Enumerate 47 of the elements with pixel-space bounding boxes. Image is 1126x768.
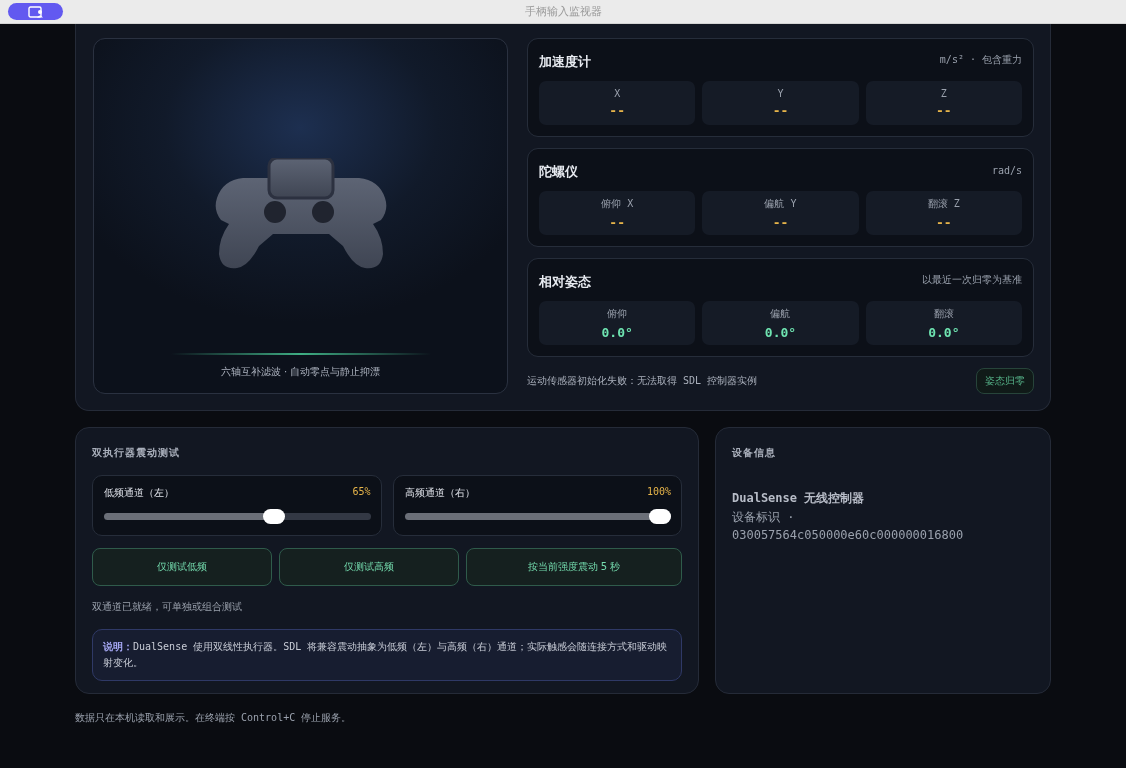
window-title: 手柄输入监视器 xyxy=(523,4,603,19)
test-button[interactable]: 仅测试低频 xyxy=(92,548,272,586)
window-user-icon xyxy=(27,5,44,18)
device-id: 030057564c050000e60c000000016800 xyxy=(732,528,965,542)
axis-value: -- xyxy=(772,103,789,118)
sensor-unit: rad/s xyxy=(991,164,1022,176)
axis-value: 0.0° xyxy=(928,324,960,340)
sensor-title: 相对姿态 xyxy=(539,273,591,291)
panel-title: 设备信息 xyxy=(732,446,777,460)
axis-value: -- xyxy=(936,103,952,118)
axis-label: 俯仰 xyxy=(607,306,628,321)
axis-label: Z xyxy=(940,88,947,99)
axis-value: -- xyxy=(609,103,625,118)
sensor-unit: 以最近一次归零为基准 xyxy=(922,273,1022,287)
axis-label: 偏航 Y xyxy=(764,196,797,211)
channel-reading: 65% xyxy=(352,486,371,499)
sensor-unit: m/s² · 包含重力 xyxy=(939,53,1022,67)
axis-label: Y xyxy=(777,88,784,99)
sensor-status: 运动传感器初始化失败：无法取得 SDL 控制器实例 xyxy=(527,374,758,388)
device-id-label: 设备标识 · xyxy=(732,509,796,526)
filter-caption: 六轴互补滤波 · 自动零点与静止抑漂 xyxy=(220,365,381,379)
slider-thumb[interactable] xyxy=(649,509,671,524)
sensor-title: 加速度计 xyxy=(539,53,591,71)
rumble-status: 双通道已就绪，可单独或组合测试 xyxy=(92,600,243,614)
axis-value: -- xyxy=(772,214,789,230)
slider-thumb[interactable] xyxy=(262,509,285,524)
channel-name: 高频通道（右） xyxy=(404,486,475,500)
channel-name: 低频通道（左） xyxy=(104,486,174,500)
axis-value: 0.0° xyxy=(601,324,633,340)
axis-label: 翻滚 xyxy=(933,306,954,321)
reset-attitude-button[interactable]: 姿态归零 xyxy=(976,368,1034,394)
panel-title: 双执行器震动测试 xyxy=(92,446,181,460)
footer-note: 数据只在本机读取和展示。在终端按 Control+C 停止服务。 xyxy=(75,711,353,725)
axis-value: 0.0° xyxy=(764,324,797,340)
axis-label: X xyxy=(614,88,621,99)
device-name: DualSense 无线控制器 xyxy=(732,490,866,507)
note-text: 说明：DualSense 使用双线性执行器。SDL 将兼容震动抽象为低频（左）与高频（右）通道；实际触感会随连接方式和驱动映射变化。 xyxy=(103,640,669,670)
test-button[interactable]: 仅测试高频 xyxy=(279,548,459,586)
axis-label: 翻滚 Z xyxy=(927,196,960,211)
sensor-title: 陀螺仪 xyxy=(539,163,578,181)
axis-value: -- xyxy=(936,214,952,230)
axis-value: -- xyxy=(609,214,625,230)
axis-label: 偏航 xyxy=(770,306,791,321)
sidebar-toggle-button[interactable] xyxy=(8,3,63,20)
axis-label: 俯仰 X xyxy=(601,196,634,211)
channel-reading: 100% xyxy=(646,486,671,499)
test-button[interactable]: 按当前强度震动 5 秒 xyxy=(466,548,682,586)
